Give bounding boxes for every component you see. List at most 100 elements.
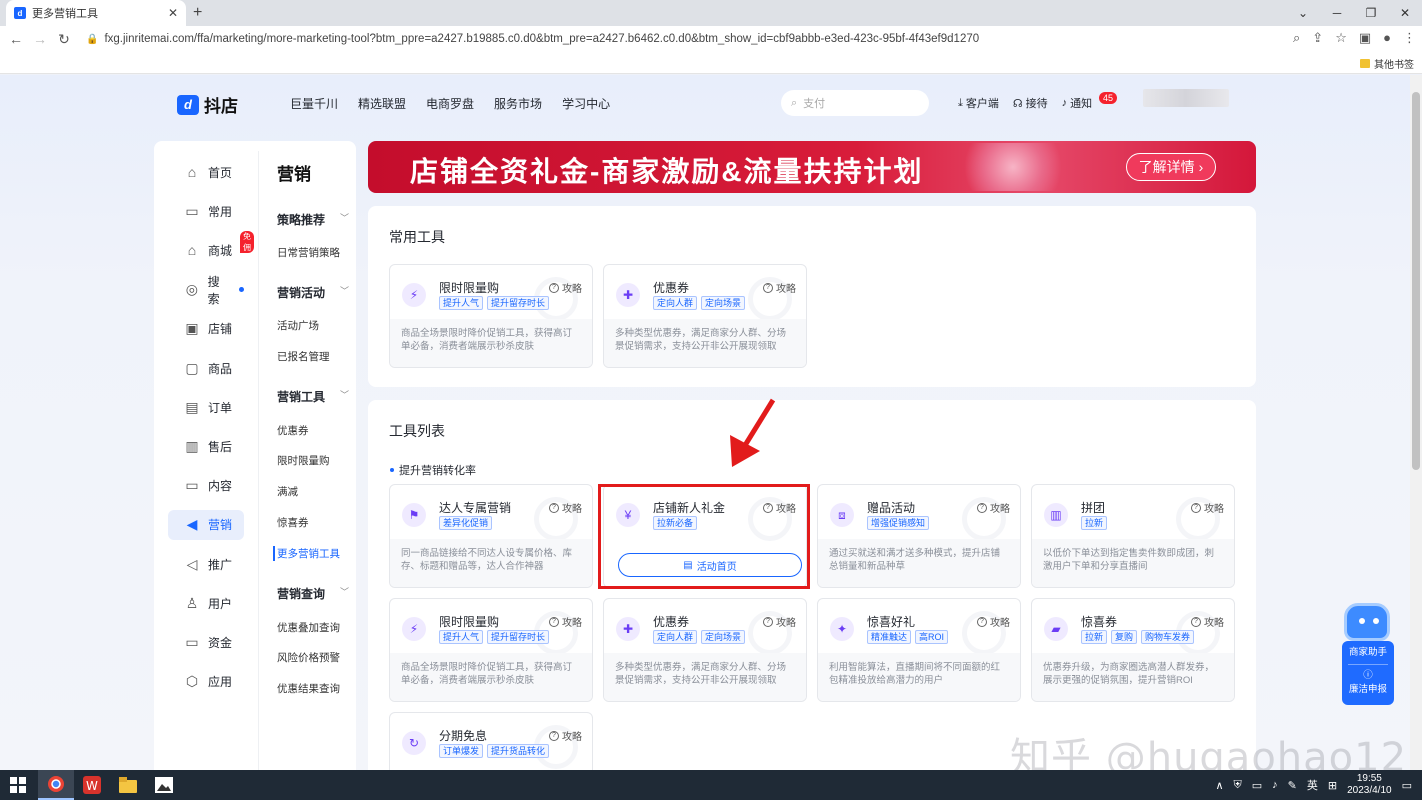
tool-card[interactable]: ✚ 优惠券? 攻略 定向人群 定向场景 多种类型优惠券，满足商家分人群、分场景促销需求，支… (603, 264, 807, 368)
tool-card[interactable]: ↻ 分期免息? 攻略 订单爆发 提升货品转化 (389, 712, 593, 770)
banner-detail-button[interactable]: 了解详情 › (1126, 153, 1216, 181)
tool-card[interactable]: ⧈ 赠品活动? 攻略 增强促销感知 通过买就送和满才送多种模式，提升店铺总销量和新品种草 (817, 484, 1021, 588)
zoom-icon[interactable]: ⌕ (1293, 30, 1300, 46)
guide-link[interactable]: ? 攻略 (977, 500, 1010, 515)
back-icon[interactable]: ← (4, 31, 28, 47)
sidebar-item[interactable]: ◎ 搜索 (168, 275, 244, 306)
helper-button[interactable]: 商家助手 (1342, 646, 1394, 660)
merchant-helper-widget[interactable]: 商家助手 ⓘ 廉洁申报 (1342, 603, 1394, 705)
guide-link[interactable]: ? 攻略 (763, 280, 796, 295)
tool-card[interactable]: ▰ 惊喜券? 攻略 拉新 复购 购物车发券 优惠券升级，为商家圈选高潜人群发券，展示更强的促… (1031, 598, 1235, 702)
sidebar-item[interactable]: ◁ 推广 (168, 549, 244, 579)
promo-banner[interactable]: 店铺全资礼金-商家激励&流量扶持计划 了解详情 › (368, 141, 1256, 193)
ime-indicator[interactable]: 英 (1307, 777, 1318, 793)
keyboard-icon[interactable]: ⊞ (1328, 779, 1337, 792)
reception-button[interactable]: ☊ 接待 (1013, 95, 1048, 111)
scrollbar-thumb[interactable] (1412, 92, 1420, 470)
photos-app-icon[interactable] (146, 770, 182, 800)
explorer-app-icon[interactable] (110, 770, 146, 800)
tool-card[interactable]: ⚑ 达人专属营销? 攻略 差异化促销 同一商品链接给不同达人设专属价格、库存、标题和赠品… (389, 484, 593, 588)
forward-icon[interactable]: → (28, 31, 52, 47)
network-icon[interactable]: ▭ (1252, 779, 1262, 792)
close-window-icon[interactable]: ✕ (1388, 0, 1422, 26)
topnav-item[interactable]: 服务市场 (494, 95, 542, 112)
guide-link[interactable]: ? 攻略 (549, 500, 582, 515)
chevron-down-icon: ﹀ (339, 390, 349, 400)
sidepanel-icon[interactable]: ▣ (1359, 30, 1371, 46)
tray-chevron-icon[interactable]: ∧ (1215, 779, 1223, 792)
subnav-link[interactable]: 风险价格预警 (277, 650, 340, 665)
subnav-link[interactable]: 优惠叠加查询 (277, 620, 340, 635)
subnav-link[interactable]: 更多营销工具 (273, 546, 340, 561)
sidebar-item[interactable]: ⬡ 应用 (168, 667, 244, 697)
tool-card[interactable]: ✦ 惊喜好礼? 攻略 精准触达 高ROI 利用智能算法，直播期间将不同面额的红包精准投放给… (817, 598, 1021, 702)
tool-card[interactable]: ▥ 拼团? 攻略 拉新 以低价下单达到指定售卖件数即成团，刺激用户下单和分享直播间 (1031, 484, 1235, 588)
sidebar-item[interactable]: ♙ 用户 (168, 588, 244, 618)
sidebar-item[interactable]: ▭ 内容 (168, 471, 244, 501)
topnav-item[interactable]: 电商罗盘 (426, 95, 474, 112)
windows-start-icon[interactable] (10, 777, 26, 793)
account-avatar[interactable] (1143, 89, 1229, 107)
shield-tray-icon[interactable]: ⛨ (1234, 779, 1242, 792)
subnav-group[interactable]: 策略推荐 ﹀ (277, 211, 349, 228)
volume-icon[interactable]: ♪ (1272, 779, 1278, 791)
sidebar-item[interactable]: ▭ 常用 (168, 196, 244, 226)
guide-link[interactable]: ? 攻略 (763, 614, 796, 629)
maximize-icon[interactable]: ❐ (1354, 0, 1388, 26)
sidebar-item[interactable]: ⌂ 首页 (168, 157, 244, 187)
tool-card[interactable]: ⚡ 限时限量购? 攻略 提升人气 提升留存时长 商品全场景限时降价促销工具，获得高订单必备… (389, 598, 593, 702)
sidebar-item[interactable]: ⌂ 商城 免佣 (168, 231, 254, 265)
logo[interactable]: d 抖店 (177, 92, 238, 117)
other-bookmarks[interactable]: 其他书签 (1360, 56, 1414, 71)
url-field[interactable]: 🔒 fxg.jinritemai.com/ffa/marketing/more-… (86, 30, 979, 48)
guide-link[interactable]: ? 攻略 (549, 280, 582, 295)
guide-link[interactable]: ? 攻略 (549, 728, 582, 743)
subnav-link[interactable]: 优惠结果查询 (277, 681, 340, 696)
close-tab-icon[interactable]: ✕ (168, 6, 178, 20)
subnav-link[interactable]: 限时限量购 (277, 453, 330, 468)
guide-link[interactable]: ? 攻略 (1191, 500, 1224, 515)
tool-card[interactable]: ⚡ 限时限量购? 攻略 提升人气 提升留存时长 商品全场景限时降价促销工具，获得高订单必备… (389, 264, 593, 368)
browser-tab[interactable]: d 更多营销工具 ✕ (6, 0, 186, 26)
subnav-link[interactable]: 优惠券 (277, 423, 309, 438)
subnav-group[interactable]: 营销工具 ﹀ (277, 388, 349, 405)
chrome-app-icon[interactable] (38, 770, 74, 800)
client-button[interactable]: ⤓ 客户端 (958, 95, 999, 111)
clock[interactable]: 19:55 2023/4/10 (1347, 773, 1392, 797)
subnav-group[interactable]: 营销活动 ﹀ (277, 284, 349, 301)
sidebar-item[interactable]: ◀ 营销 (168, 509, 244, 540)
subnav-link[interactable]: 活动广场 (277, 318, 319, 333)
search-input[interactable]: ⌕ 支付 (781, 90, 929, 116)
profile-icon[interactable]: ● (1383, 30, 1391, 46)
tool-card[interactable]: ✚ 优惠券? 攻略 定向人群 定向场景 多种类型优惠券，满足商家分人群、分场景促销需求，支… (603, 598, 807, 702)
guide-link[interactable]: ? 攻略 (977, 614, 1010, 629)
share-icon[interactable]: ⇪ (1312, 30, 1323, 46)
topnav-item[interactable]: 精选联盟 (358, 95, 406, 112)
reload-icon[interactable]: ↻ (52, 31, 76, 48)
subnav-link[interactable]: 日常营销策略 (277, 245, 340, 260)
sidebar-item[interactable]: ▤ 订单 (168, 392, 244, 422)
wps-app-icon[interactable]: W (74, 770, 110, 800)
topnav-item[interactable]: 巨量千川 (290, 95, 338, 112)
new-tab-icon[interactable]: + (193, 4, 202, 22)
minimize-icon[interactable]: ─ (1320, 0, 1354, 26)
notify-button[interactable]: ♪ 通知 (1062, 95, 1093, 111)
menu-icon[interactable]: ⋮ (1403, 30, 1416, 46)
guide-link[interactable]: ? 攻略 (549, 614, 582, 629)
sidebar-item[interactable]: ▥ 售后 (168, 431, 244, 461)
sidebar-item[interactable]: ▢ 商品 (168, 353, 244, 383)
pen-icon[interactable]: ✎ (1288, 779, 1297, 792)
subnav-link[interactable]: 已报名管理 (277, 349, 330, 364)
tab-search-icon[interactable]: ⌄ (1286, 0, 1320, 26)
sidebar-item[interactable]: ▣ 店铺 (168, 314, 244, 344)
guide-link[interactable]: ? 攻略 (1191, 614, 1224, 629)
sidebar-item[interactable]: ▭ 资金 (168, 627, 244, 657)
common-tools-title: 常用工具 (389, 229, 445, 245)
integrity-report-button[interactable]: 廉洁申报 (1342, 683, 1394, 697)
notification-center-icon[interactable]: ▭ (1402, 779, 1412, 792)
subnav-link[interactable]: 惊喜券 (277, 515, 309, 530)
star-icon[interactable]: ☆ (1335, 30, 1347, 46)
subnav-link[interactable]: 满减 (277, 484, 298, 499)
subnav-group[interactable]: 营销查询 ﹀ (277, 585, 349, 602)
topnav-item[interactable]: 学习中心 (562, 95, 610, 112)
